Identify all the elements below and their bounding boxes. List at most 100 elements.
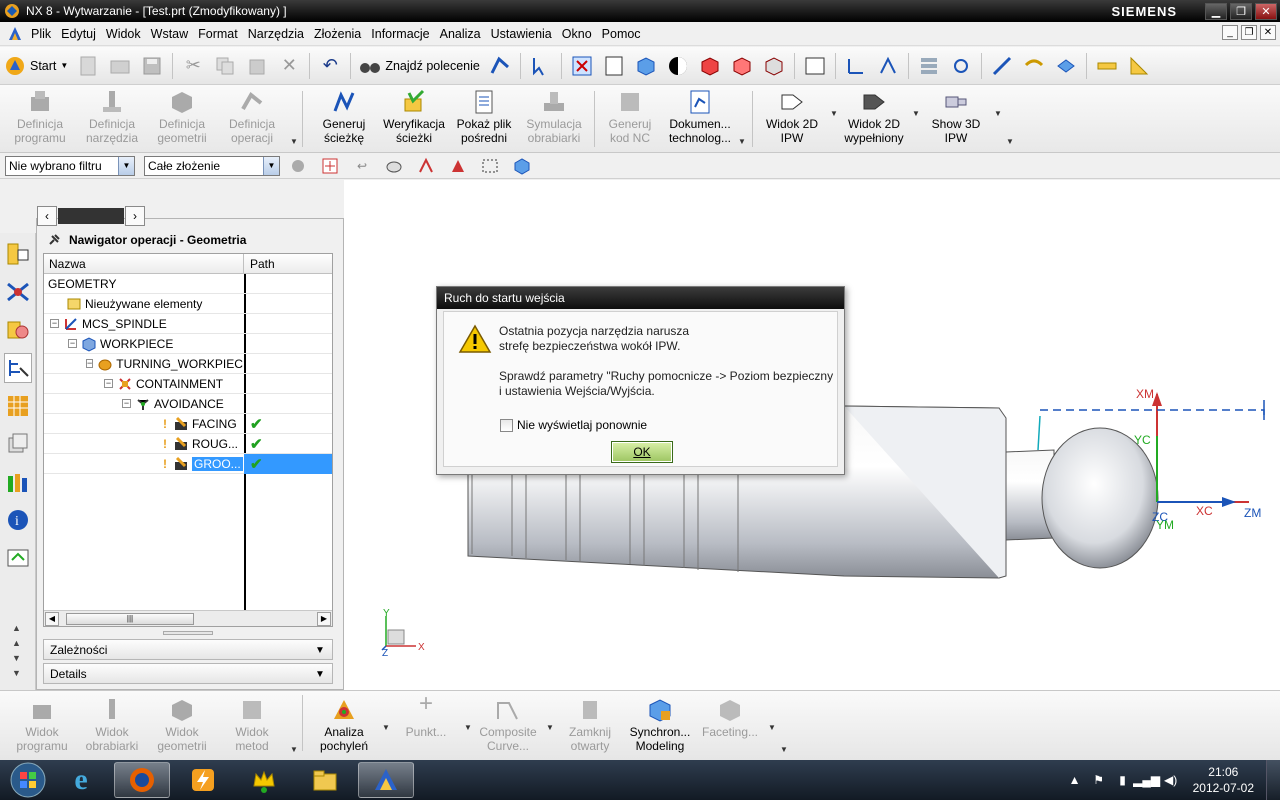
menu-wstaw[interactable]: Wstaw [146, 27, 194, 41]
view-iso-icon[interactable] [730, 54, 754, 78]
view-2d-filled-button[interactable]: Widok 2D wypełniony [838, 89, 910, 149]
operation-navigator-icon[interactable] [4, 353, 32, 383]
measure-icon[interactable] [990, 54, 1014, 78]
new-file-icon[interactable] [76, 54, 100, 78]
show-hidden-icons-icon[interactable]: ▲ [1066, 771, 1084, 789]
menu-narzedzia[interactable]: Narzędzia [243, 27, 309, 41]
tree-row-geometry[interactable]: GEOMETRY [44, 274, 332, 294]
reuse-library-icon[interactable] [4, 391, 32, 421]
method-view-button[interactable]: Widok metod [216, 697, 288, 757]
splitter-handle[interactable] [163, 631, 213, 635]
ok-button[interactable]: OK [611, 441, 673, 463]
network-icon[interactable]: ▂▄▆ [1133, 771, 1160, 789]
operation-definition-button[interactable]: Definicja operacji [216, 89, 288, 149]
paste-icon[interactable] [245, 54, 269, 78]
menu-zlozenia[interactable]: Złożenia [309, 27, 366, 41]
point-button[interactable]: + Punkt... [390, 692, 462, 757]
resource-scroll-controls[interactable]: ▲ ▲ ▼ ▼ [12, 621, 21, 681]
doc-close-button[interactable]: ✕ [1260, 25, 1276, 40]
clock[interactable]: 21:06 2012-07-02 [1193, 764, 1254, 796]
start-button[interactable]: Start ▼ [0, 55, 72, 77]
generate-path-button[interactable]: Generuj ścieżkę [308, 89, 380, 149]
doc-restore-button[interactable]: ❐ [1241, 25, 1257, 40]
wcs-icon[interactable] [844, 54, 868, 78]
nav-back-button[interactable]: ‹ [37, 206, 57, 226]
undo-selection-icon[interactable]: ↩ [350, 154, 374, 178]
toolpath-icon[interactable] [488, 54, 512, 78]
menu-plik[interactable]: Plik [26, 27, 56, 41]
collapse-toggle[interactable]: − [122, 399, 131, 408]
scroll-thumb[interactable]: ||| [66, 612, 194, 625]
menu-edytuj[interactable]: Edytuj [56, 27, 101, 41]
delete-icon[interactable]: ✕ [277, 54, 301, 78]
open-file-icon[interactable] [108, 54, 132, 78]
shaded-view-icon[interactable] [634, 54, 658, 78]
taskbar-firefox[interactable] [114, 762, 170, 798]
tree-row-avoidance[interactable]: − AVOIDANCE [44, 394, 332, 414]
ruler-icon[interactable] [1095, 54, 1119, 78]
feature-select-icon[interactable] [414, 154, 438, 178]
shop-documentation-button[interactable]: Dokumen... technolog... [664, 89, 736, 149]
tree-row-turning-workpiece[interactable]: − TURNING_WORKPIECE [44, 354, 332, 374]
column-header-path[interactable]: Path [244, 254, 281, 273]
windows-start-button[interactable] [8, 760, 48, 800]
volume-icon[interactable]: ◀) [1162, 771, 1180, 789]
cube-select-icon[interactable] [510, 154, 534, 178]
tree-row-roughing[interactable]: ! ROUG... ✔ [44, 434, 332, 454]
machine-view-button[interactable]: Widok obrabiarki [76, 697, 148, 757]
menu-widok[interactable]: Widok [101, 27, 146, 41]
save-icon[interactable] [140, 54, 164, 78]
taskbar-crown-app[interactable] [236, 762, 292, 798]
tree-horizontal-scrollbar[interactable]: ◀ ||| ▶ [44, 610, 332, 626]
checkbox-box[interactable] [500, 418, 513, 432]
show-3d-ipw-button[interactable]: Show 3D IPW [920, 89, 992, 149]
tree-row-mcs-spindle[interactable]: − MCS_SPINDLE [44, 314, 332, 334]
show-post-file-button[interactable]: Pokaż plik pośredni [448, 89, 520, 149]
tree-row-grooving[interactable]: ! GROO... ✔ [44, 453, 332, 474]
menu-pomoc[interactable]: Pomoc [597, 27, 646, 41]
snap-icon[interactable] [949, 54, 973, 78]
snap-point-icon[interactable] [318, 154, 342, 178]
geometry-view-button[interactable]: Widok geometrii [146, 697, 218, 757]
component-select-icon[interactable] [382, 154, 406, 178]
view-top-icon[interactable] [762, 54, 786, 78]
scroll-right-icon[interactable]: ▶ [317, 611, 331, 626]
geometry-definition-button[interactable]: Definicja geometrii [146, 89, 218, 149]
show-desktop-button[interactable] [1266, 760, 1280, 800]
cut-icon[interactable]: ✂ [181, 54, 205, 78]
view-2d-ipw-button[interactable]: Widok 2D IPW [756, 89, 828, 149]
close-open-button[interactable]: Zamknij otwarty [554, 697, 626, 757]
menu-ustawienia[interactable]: Ustawienia [486, 27, 557, 41]
tree-row-workpiece[interactable]: − WORKPIECE [44, 334, 332, 354]
body-select-icon[interactable] [446, 154, 470, 178]
triangle-ruler-icon[interactable] [1127, 54, 1151, 78]
draft-analysis-button[interactable]: Analiza pochyleń [308, 697, 380, 757]
menu-analiza[interactable]: Analiza [435, 27, 486, 41]
system-materials-icon[interactable] [4, 467, 32, 497]
generate-nc-button[interactable]: Generuj kod NC [594, 89, 666, 149]
analysis-icon[interactable] [1022, 54, 1046, 78]
geometry-view-icon[interactable] [4, 315, 32, 345]
menu-okno[interactable]: Okno [557, 27, 597, 41]
flag-icon[interactable]: ⚑ [1090, 771, 1108, 789]
verify-path-button[interactable]: Weryfikacja ścieżki [378, 89, 450, 149]
operation-tree[interactable]: Nazwa Path GEOMETRY Nieużywane elementy … [43, 253, 333, 627]
machine-tool-view-icon[interactable] [4, 277, 32, 307]
selection-scope-select[interactable]: Całe złożenie ▼ [144, 155, 280, 176]
close-button[interactable]: ✕ [1255, 2, 1277, 20]
undo-icon[interactable]: ↶ [318, 54, 342, 78]
dont-show-again-checkbox[interactable]: Nie wyświetlaj ponownie [500, 418, 647, 432]
menu-informacje[interactable]: Informacje [366, 27, 434, 41]
layer-icon[interactable] [917, 54, 941, 78]
tool-definition-button[interactable]: Definicja narzędzia [76, 89, 148, 149]
tree-row-containment[interactable]: − CONTAINMENT [44, 374, 332, 394]
faceting-button[interactable]: Faceting... [694, 697, 766, 757]
info-icon[interactable]: i [4, 505, 32, 535]
tree-row-facing[interactable]: ! FACING ✔ [44, 414, 332, 434]
power-icon[interactable]: ▮ [1114, 771, 1132, 789]
tree-row-unused-items[interactable]: Nieużywane elementy [44, 294, 332, 314]
machine-simulation-button[interactable]: Symulacja obrabiarki [518, 89, 590, 149]
maximize-button[interactable]: ❐ [1230, 2, 1252, 20]
background-color-icon[interactable] [803, 54, 827, 78]
nx-menu-icon[interactable] [6, 25, 24, 43]
